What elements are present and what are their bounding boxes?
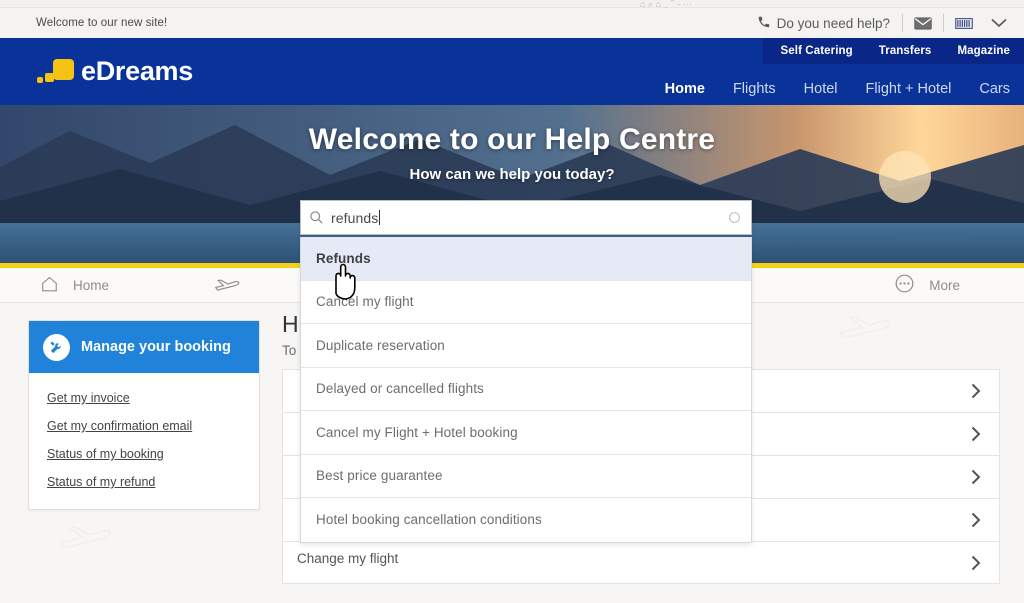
browser-chrome-ghost-text: ⌂ ⌕ ⌂ ⌄ ⌃ ⎯ ⋯ (640, 0, 693, 8)
search-suggestions-dropdown: Refunds Cancel my flight Duplicate reser… (300, 237, 752, 543)
secondary-top-nav: Self Catering Transfers Magazine (762, 38, 1024, 64)
clear-circle-icon[interactable] (717, 211, 751, 224)
nav-item-hotel[interactable]: Hotel (804, 81, 838, 97)
suggestion-item-cancel-my-flight[interactable]: Cancel my flight (301, 281, 751, 324)
welcome-message: Welcome to our new site! (36, 17, 168, 29)
hero-subtitle: How can we help you today? (409, 166, 615, 183)
sidebar-link-get-invoice[interactable]: Get my invoice (47, 391, 259, 405)
manage-booking-title: Manage your booking (81, 338, 231, 355)
need-help-link[interactable]: Do you need help? (745, 15, 902, 32)
site-header: Self Catering Transfers Magazine eDreams… (0, 38, 1024, 105)
category-nav-more-label: More (929, 277, 960, 293)
tools-circle-icon (43, 333, 70, 361)
suggestion-item-best-price-guarantee[interactable]: Best price guarantee (301, 455, 751, 498)
text-caret (379, 210, 381, 225)
page-root: ⌂ ⌕ ⌂ ⌄ ⌃ ⎯ ⋯ Welcome to our new site! D… (0, 0, 1024, 603)
logo-wordmark: eDreams (81, 56, 193, 86)
suggestion-item-delayed-or-cancelled-flights[interactable]: Delayed or cancelled flights (301, 368, 751, 411)
category-nav-home-label: Home (73, 277, 110, 293)
logo-squares-icon (36, 57, 74, 87)
chevron-right-icon (971, 555, 981, 571)
nav-item-cars[interactable]: Cars (979, 81, 1010, 97)
house-icon (40, 275, 59, 296)
subnav-item-self-catering[interactable]: Self Catering (781, 45, 853, 57)
manage-booking-card: Manage your booking Get my invoice Get m… (28, 320, 260, 510)
help-search-box[interactable]: refunds (300, 200, 752, 235)
nav-item-flight-hotel[interactable]: Flight + Hotel (866, 81, 952, 97)
suggestion-item-refunds[interactable]: Refunds (301, 237, 751, 281)
chevron-right-icon (971, 512, 981, 528)
chevron-right-icon (971, 426, 981, 442)
edreams-logo[interactable]: eDreams (36, 57, 193, 87)
suggestion-item-cancel-flight-hotel-booking[interactable]: Cancel my Flight + Hotel booking (301, 411, 751, 455)
change-my-flight-row[interactable]: Change my flight (297, 551, 398, 566)
flag-icon[interactable] (944, 8, 984, 38)
category-nav-more[interactable]: More (894, 273, 960, 297)
chevron-right-icon (971, 383, 981, 399)
need-help-label: Do you need help? (776, 15, 890, 31)
nav-item-flights[interactable]: Flights (733, 81, 776, 97)
suggestion-item-hotel-cancellation-conditions[interactable]: Hotel booking cancellation conditions (301, 498, 751, 542)
search-input-value: refunds (331, 209, 379, 226)
sidebar-link-refund-status[interactable]: Status of my refund (47, 475, 259, 489)
phone-icon (757, 15, 771, 32)
utility-bar-right: Do you need help? (745, 8, 1024, 38)
search-icon (301, 210, 331, 225)
subnav-item-transfers[interactable]: Transfers (879, 45, 932, 57)
browser-chrome-sliver: ⌂ ⌕ ⌂ ⌄ ⌃ ⎯ ⋯ (0, 0, 1024, 8)
category-nav-flights[interactable] (214, 275, 240, 296)
hero-title: Welcome to our Help Centre (308, 123, 716, 156)
suggestion-item-duplicate-reservation[interactable]: Duplicate reservation (301, 324, 751, 368)
envelope-icon[interactable] (903, 8, 943, 38)
utility-bar: Welcome to our new site! Do you need hel… (0, 8, 1024, 38)
sidebar-link-confirmation-email[interactable]: Get my confirmation email (47, 419, 259, 433)
search-input[interactable]: refunds (331, 210, 717, 226)
airplane-icon (214, 275, 240, 296)
ellipsis-circle-icon (894, 273, 915, 297)
manage-booking-header: Manage your booking (29, 321, 259, 373)
main-navigation: Home Flights Hotel Flight + Hotel Cars (665, 81, 1010, 97)
mouse-cursor-hand (327, 263, 361, 308)
chevron-down-icon[interactable] (984, 8, 1014, 38)
nav-item-home[interactable]: Home (665, 81, 705, 97)
category-nav-home[interactable]: Home (40, 275, 109, 296)
manage-booking-links: Get my invoice Get my confirmation email… (29, 373, 259, 509)
sidebar-link-booking-status[interactable]: Status of my booking (47, 447, 259, 461)
subnav-item-magazine[interactable]: Magazine (957, 45, 1010, 57)
chevron-right-icon (971, 469, 981, 485)
